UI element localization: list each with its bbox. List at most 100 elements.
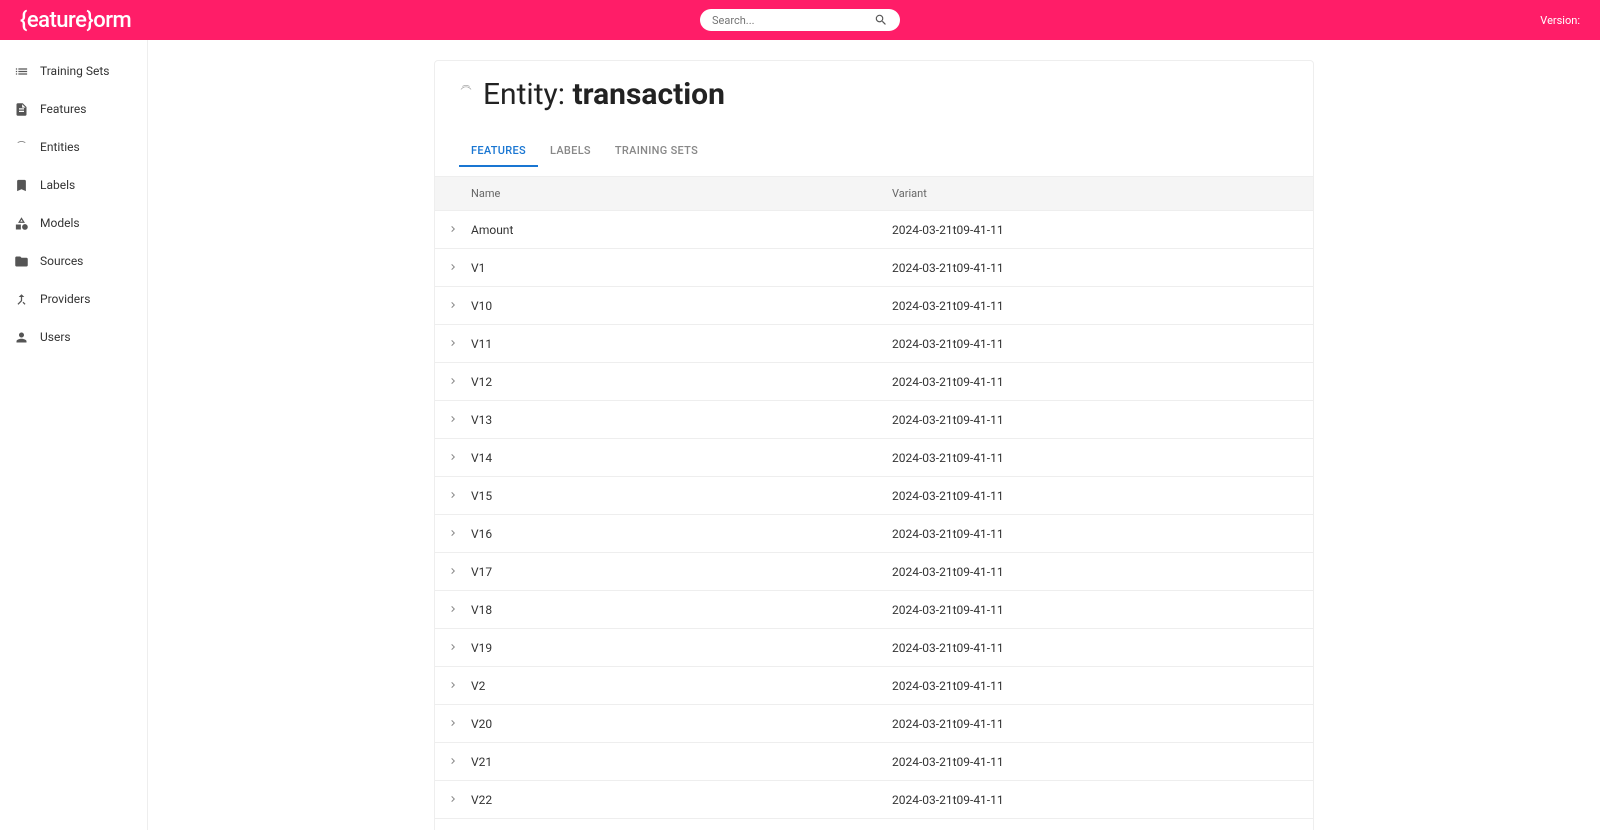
sidebar-item-label: Features [40, 102, 86, 116]
chevron-right-icon [447, 638, 459, 657]
table-row[interactable]: V22024-03-21t09-41-11 [435, 667, 1313, 705]
table-row[interactable]: V172024-03-21t09-41-11 [435, 553, 1313, 591]
tab-features[interactable]: FEATURES [459, 136, 538, 167]
sidebar-item-users[interactable]: Users [0, 318, 147, 356]
table-row[interactable]: V192024-03-21t09-41-11 [435, 629, 1313, 667]
sidebar-item-entities[interactable]: Entities [0, 128, 147, 166]
table-row[interactable]: V142024-03-21t09-41-11 [435, 439, 1313, 477]
expand-toggle[interactable] [435, 211, 471, 248]
cell-name: V18 [471, 594, 892, 626]
tab-training-sets[interactable]: TRAINING SETS [603, 136, 710, 167]
table-row[interactable]: V232024-03-21t09-41-11 [435, 819, 1313, 830]
sidebar-item-features[interactable]: Features [0, 90, 147, 128]
logo: {eature}orm [20, 8, 131, 33]
expand-toggle[interactable] [435, 363, 471, 400]
list-icon [12, 62, 30, 80]
sidebar-item-providers[interactable]: Providers [0, 280, 147, 318]
table-row[interactable]: V122024-03-21t09-41-11 [435, 363, 1313, 401]
merge-icon [12, 290, 30, 308]
cell-variant: 2024-03-21t09-41-11 [892, 366, 1313, 398]
table-row[interactable]: V162024-03-21t09-41-11 [435, 515, 1313, 553]
chevron-right-icon [447, 524, 459, 543]
sidebar-item-label: Models [40, 216, 80, 230]
table-row[interactable]: V132024-03-21t09-41-11 [435, 401, 1313, 439]
column-header-variant[interactable]: Variant [892, 177, 1313, 210]
sidebar-item-training-sets[interactable]: Training Sets [0, 52, 147, 90]
cell-variant: 2024-03-21t09-41-11 [892, 518, 1313, 550]
cell-variant: 2024-03-21t09-41-11 [892, 442, 1313, 474]
cell-name: Amount [471, 214, 892, 246]
cell-name: V12 [471, 366, 892, 398]
cell-name: V16 [471, 518, 892, 550]
entity-title-prefix: Entity: [483, 77, 572, 112]
cell-name: V19 [471, 632, 892, 664]
cell-name: V10 [471, 290, 892, 322]
cell-name: V20 [471, 708, 892, 740]
expand-toggle[interactable] [435, 705, 471, 742]
cell-variant: 2024-03-21t09-41-11 [892, 556, 1313, 588]
cell-variant: 2024-03-21t09-41-11 [892, 290, 1313, 322]
expand-toggle[interactable] [435, 515, 471, 552]
search-input[interactable] [712, 14, 874, 27]
cell-name: V21 [471, 746, 892, 778]
chevron-right-icon [447, 334, 459, 353]
cell-variant: 2024-03-21t09-41-11 [892, 784, 1313, 816]
cell-name: V14 [471, 442, 892, 474]
sidebar-item-models[interactable]: Models [0, 204, 147, 242]
expand-toggle[interactable] [435, 629, 471, 666]
expand-toggle[interactable] [435, 781, 471, 818]
column-header-name[interactable]: Name [471, 177, 892, 210]
chevron-right-icon [447, 448, 459, 467]
cell-variant: 2024-03-21t09-41-11 [892, 632, 1313, 664]
expand-toggle[interactable] [435, 553, 471, 590]
table-row[interactable]: V202024-03-21t09-41-11 [435, 705, 1313, 743]
cell-variant: 2024-03-21t09-41-11 [892, 328, 1313, 360]
cell-name: V13 [471, 404, 892, 436]
expand-toggle[interactable] [435, 667, 471, 704]
cell-name: V1 [471, 252, 892, 284]
search-icon [874, 13, 888, 27]
table-row[interactable]: V222024-03-21t09-41-11 [435, 781, 1313, 819]
sidebar-item-label: Training Sets [40, 64, 110, 78]
cell-variant: 2024-03-21t09-41-11 [892, 594, 1313, 626]
cell-variant: 2024-03-21t09-41-11 [892, 822, 1313, 830]
table-row[interactable]: V212024-03-21t09-41-11 [435, 743, 1313, 781]
chevron-right-icon [447, 752, 459, 771]
cell-name: V23 [471, 822, 892, 830]
expand-toggle[interactable] [435, 287, 471, 324]
entity-card: Entity: transaction FEATURESLABELSTRAINI… [434, 60, 1314, 830]
table-row[interactable]: V182024-03-21t09-41-11 [435, 591, 1313, 629]
expand-toggle[interactable] [435, 401, 471, 438]
cell-name: V17 [471, 556, 892, 588]
sidebar-item-labels[interactable]: Labels [0, 166, 147, 204]
sidebar: Training Sets Features Entities Labels Model… [0, 40, 148, 830]
chevron-right-icon [447, 676, 459, 695]
fingerprint-icon [12, 138, 30, 156]
person-icon [12, 328, 30, 346]
expand-toggle[interactable] [435, 819, 471, 830]
table-row[interactable]: V152024-03-21t09-41-11 [435, 477, 1313, 515]
main-content: Entity: transaction FEATURESLABELSTRAINI… [148, 40, 1600, 830]
tab-labels[interactable]: LABELS [538, 136, 603, 167]
table-row[interactable]: V12024-03-21t09-41-11 [435, 249, 1313, 287]
cell-variant: 2024-03-21t09-41-11 [892, 252, 1313, 284]
table-body: Amount2024-03-21t09-41-11V12024-03-21t09… [435, 211, 1313, 830]
table-row[interactable]: V102024-03-21t09-41-11 [435, 287, 1313, 325]
expand-toggle[interactable] [435, 249, 471, 286]
table-row[interactable]: Amount2024-03-21t09-41-11 [435, 211, 1313, 249]
cell-name: V2 [471, 670, 892, 702]
sidebar-item-sources[interactable]: Sources [0, 242, 147, 280]
expand-toggle[interactable] [435, 591, 471, 628]
header: {eature}orm Version: [0, 0, 1600, 40]
expand-toggle[interactable] [435, 439, 471, 476]
sidebar-item-label: Entities [40, 140, 80, 154]
search-bar[interactable] [700, 9, 900, 31]
expand-toggle[interactable] [435, 743, 471, 780]
sidebar-item-label: Labels [40, 178, 75, 192]
cell-variant: 2024-03-21t09-41-11 [892, 746, 1313, 778]
expand-toggle[interactable] [435, 325, 471, 362]
expand-toggle[interactable] [435, 477, 471, 514]
chevron-right-icon [447, 296, 459, 315]
table-row[interactable]: V112024-03-21t09-41-11 [435, 325, 1313, 363]
sidebar-item-label: Sources [40, 254, 83, 268]
